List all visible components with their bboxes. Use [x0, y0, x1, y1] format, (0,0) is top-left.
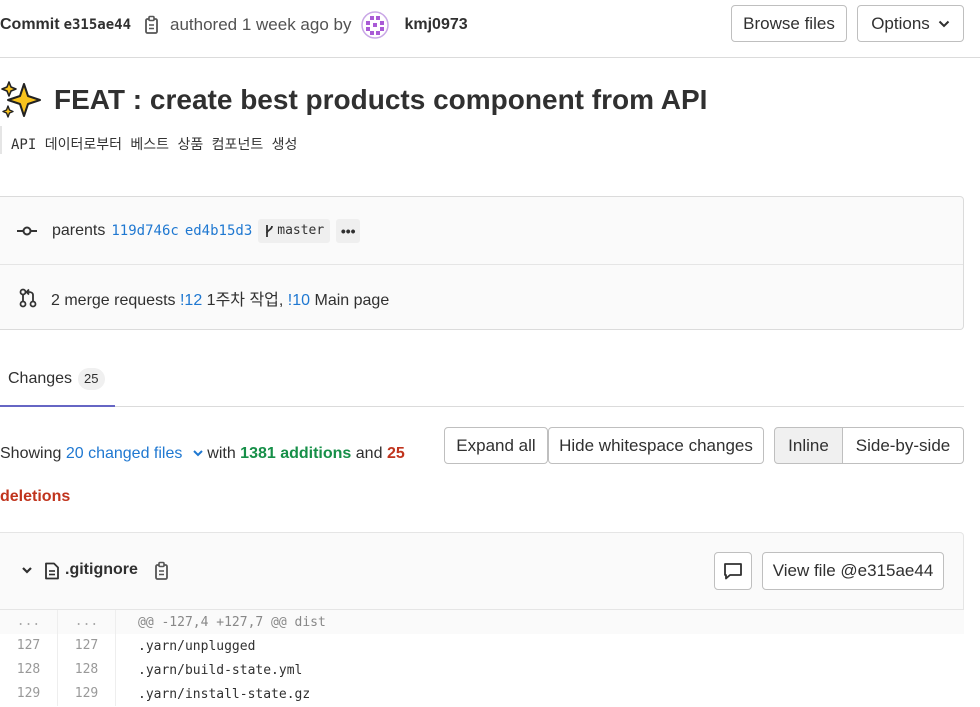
options-dropdown[interactable]: Options [857, 5, 964, 42]
diff-hunk-header: ... ... @@ -127,4 +127,7 @@ dist [0, 610, 964, 634]
side-by-side-button[interactable]: Side-by-side [842, 427, 964, 464]
commit-info-box: parents 119d746c ed4b15d3 master ••• 2 m… [0, 196, 964, 330]
changes-count-badge: 25 [78, 367, 105, 390]
diff-line: 127 127 .yarn/unplugged [0, 634, 964, 658]
browse-files-button[interactable]: Browse files [731, 5, 847, 42]
options-label: Options [871, 13, 930, 33]
old-line-number[interactable]: 128 [0, 658, 58, 682]
merge-request-icon [19, 288, 37, 307]
commit-description: API 데이터로부터 베스트 상품 컴포넌트 생성 [11, 137, 298, 153]
commit-sha: e315ae44 [63, 17, 131, 33]
authored-text: authored 1 week ago by [170, 15, 352, 34]
commit-icon [17, 226, 37, 235]
file-icon [45, 562, 59, 580]
merge-requests-row: 2 merge requests !12 1주차 작업, !10 Main pa… [0, 265, 963, 330]
with-label: with [207, 445, 236, 462]
diff-line: 129 129 .yarn/install-state.gz [0, 682, 964, 706]
commit-header: Commit e315ae44 authored 1 week ago by k… [0, 0, 980, 58]
commit-title-row: FEAT : create best products component fr… [0, 80, 707, 120]
mr-title: 1주차 작업, [206, 291, 284, 309]
diff-line-text: .yarn/unplugged [138, 638, 256, 654]
parent-sha-link[interactable]: ed4b15d3 [185, 223, 252, 239]
old-line-number[interactable]: 129 [0, 682, 58, 706]
commit-title: FEAT : create best products component fr… [54, 84, 708, 115]
parent-sha-link[interactable]: 119d746c [111, 223, 178, 239]
old-line-number[interactable]: ... [0, 610, 58, 634]
mr-link[interactable]: !10 [288, 292, 310, 309]
branch-icon [266, 224, 274, 237]
commit-tabs: Changes 25 [0, 352, 964, 407]
inline-view-button[interactable]: Inline [774, 427, 843, 464]
and-label: and [355, 445, 383, 462]
expand-all-button[interactable]: Expand all [444, 427, 548, 464]
more-branches-button[interactable]: ••• [336, 218, 361, 243]
file-name[interactable]: .gitignore [65, 561, 138, 579]
hunk-text: @@ -127,4 +127,7 @@ dist [138, 614, 326, 630]
showing-label: Showing [0, 445, 62, 462]
diff-line: 128 128 .yarn/build-state.yml [0, 658, 964, 682]
comment-icon [724, 563, 742, 580]
chevron-down-icon [193, 450, 203, 457]
diff-content: ... ... @@ -127,4 +127,7 @@ dist 127 127… [0, 610, 964, 706]
commit-label: Commit [0, 16, 60, 33]
additions-count: 1381 additions [240, 445, 352, 462]
parents-row: parents 119d746c ed4b15d3 master ••• [0, 197, 963, 265]
branch-name: master [277, 223, 325, 238]
copy-icon[interactable] [144, 15, 160, 35]
changed-files-dropdown[interactable]: 20 changed files [66, 445, 203, 462]
avatar[interactable] [361, 11, 390, 39]
tab-changes[interactable]: Changes 25 [0, 352, 115, 407]
new-line-number[interactable]: ... [58, 610, 116, 634]
new-line-number[interactable]: 127 [58, 634, 116, 658]
diff-line-text: .yarn/install-state.gz [138, 686, 311, 702]
chevron-down-icon[interactable] [20, 563, 34, 577]
hide-whitespace-button[interactable]: Hide whitespace changes [548, 427, 764, 464]
merge-requests-text: 2 merge requests !12 1주차 작업, !10 Main pa… [51, 286, 389, 310]
mr-title: Main page [314, 291, 390, 309]
mr-link[interactable]: !12 [180, 292, 202, 309]
parents-label: parents [52, 221, 106, 239]
chevron-down-icon [938, 20, 950, 27]
toggle-comments-button[interactable] [714, 552, 752, 590]
commit-meta: Commit e315ae44 authored 1 week ago by k… [0, 11, 468, 39]
old-line-number[interactable]: 127 [0, 634, 58, 658]
copy-icon[interactable] [154, 561, 170, 581]
sparkles-icon [1, 81, 41, 118]
diff-summary: Showing 20 changed files with 1381 addit… [0, 432, 440, 518]
changed-files-label: 20 changed files [65, 445, 183, 462]
new-line-number[interactable]: 129 [58, 682, 116, 706]
view-file-button[interactable]: View file @e315ae44 [762, 552, 944, 590]
branch-badge[interactable]: master [258, 218, 331, 243]
diff-line-text: .yarn/build-state.yml [138, 662, 303, 678]
new-line-number[interactable]: 128 [58, 658, 116, 682]
description-border [0, 126, 2, 154]
mr-count: 2 merge requests [51, 291, 176, 309]
tab-changes-label: Changes [8, 369, 73, 387]
author-link[interactable]: kmj0973 [404, 16, 467, 34]
